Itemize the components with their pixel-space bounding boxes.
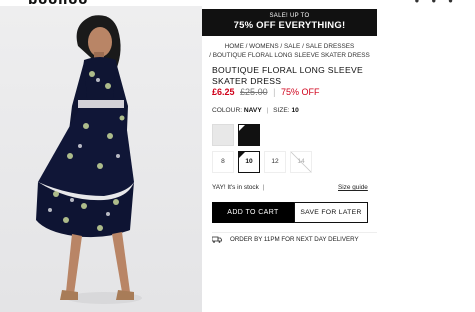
truck-icon bbox=[212, 236, 222, 243]
size-option-8[interactable]: 8 bbox=[212, 151, 234, 173]
size-guide-link[interactable]: Size guide bbox=[338, 184, 368, 191]
stock-status: YAY! It's in stock | bbox=[212, 184, 264, 191]
search-icon[interactable]: ● bbox=[414, 0, 431, 5]
page-background bbox=[377, 6, 475, 312]
size-option-12[interactable]: 12 bbox=[264, 151, 286, 173]
selection-separator: | bbox=[266, 107, 269, 114]
swatch-navy[interactable] bbox=[238, 124, 260, 146]
stock-text: YAY! It's in stock bbox=[212, 184, 259, 191]
promo-banner[interactable]: SALE! UP TO 75% OFF EVERYTHING! bbox=[202, 9, 377, 36]
promo-small-text: SALE! UP TO bbox=[269, 13, 310, 19]
delivery-info: ORDER BY 11PM FOR NEXT DAY DELIVERY bbox=[212, 232, 377, 245]
header-icons: ●●● bbox=[414, 0, 465, 5]
product-image[interactable] bbox=[0, 6, 202, 312]
add-to-cart-button[interactable]: ADD TO CART bbox=[212, 202, 294, 223]
save-for-later-button[interactable]: SAVE FOR LATER bbox=[294, 202, 368, 223]
breadcrumb-line1[interactable]: HOME / WOMENS / SALE / SALE DRESSES bbox=[225, 43, 355, 50]
model-illustration bbox=[36, 15, 142, 304]
breadcrumb-line2[interactable]: / BOUTIQUE FLORAL LONG SLEEVE SKATER DRE… bbox=[209, 52, 370, 59]
stock-divider: | bbox=[262, 184, 265, 191]
price-block: £6.25 £25.00 | 75% OFF bbox=[212, 87, 319, 97]
size-value: 10 bbox=[291, 107, 299, 114]
price-now: £6.25 bbox=[212, 87, 235, 97]
colour-label: COLOUR: bbox=[212, 107, 243, 114]
promo-headline: 75% OFF EVERYTHING! bbox=[233, 20, 346, 31]
bag-icon[interactable]: ● bbox=[448, 0, 465, 5]
size-option-14[interactable]: 14 bbox=[290, 151, 312, 173]
discount-label: 75% OFF bbox=[280, 87, 320, 97]
size-option-10[interactable]: 10 bbox=[238, 151, 260, 173]
size-label: SIZE: bbox=[273, 107, 290, 114]
price-separator: | bbox=[273, 87, 276, 97]
colour-value: NAVY bbox=[243, 107, 262, 114]
account-icon[interactable]: ● bbox=[431, 0, 448, 5]
swatch-white[interactable] bbox=[212, 124, 234, 146]
selection-summary: COLOUR: NAVY | SIZE: 10 bbox=[212, 107, 299, 114]
product-title: BOUTIQUE FLORAL LONG SLEEVE SKATER DRESS bbox=[212, 65, 364, 86]
breadcrumb: HOME / WOMENS / SALE / SALE DRESSES / BO… bbox=[202, 42, 377, 60]
price-was: £25.00 bbox=[240, 87, 268, 97]
delivery-text: ORDER BY 11PM FOR NEXT DAY DELIVERY bbox=[230, 236, 359, 243]
